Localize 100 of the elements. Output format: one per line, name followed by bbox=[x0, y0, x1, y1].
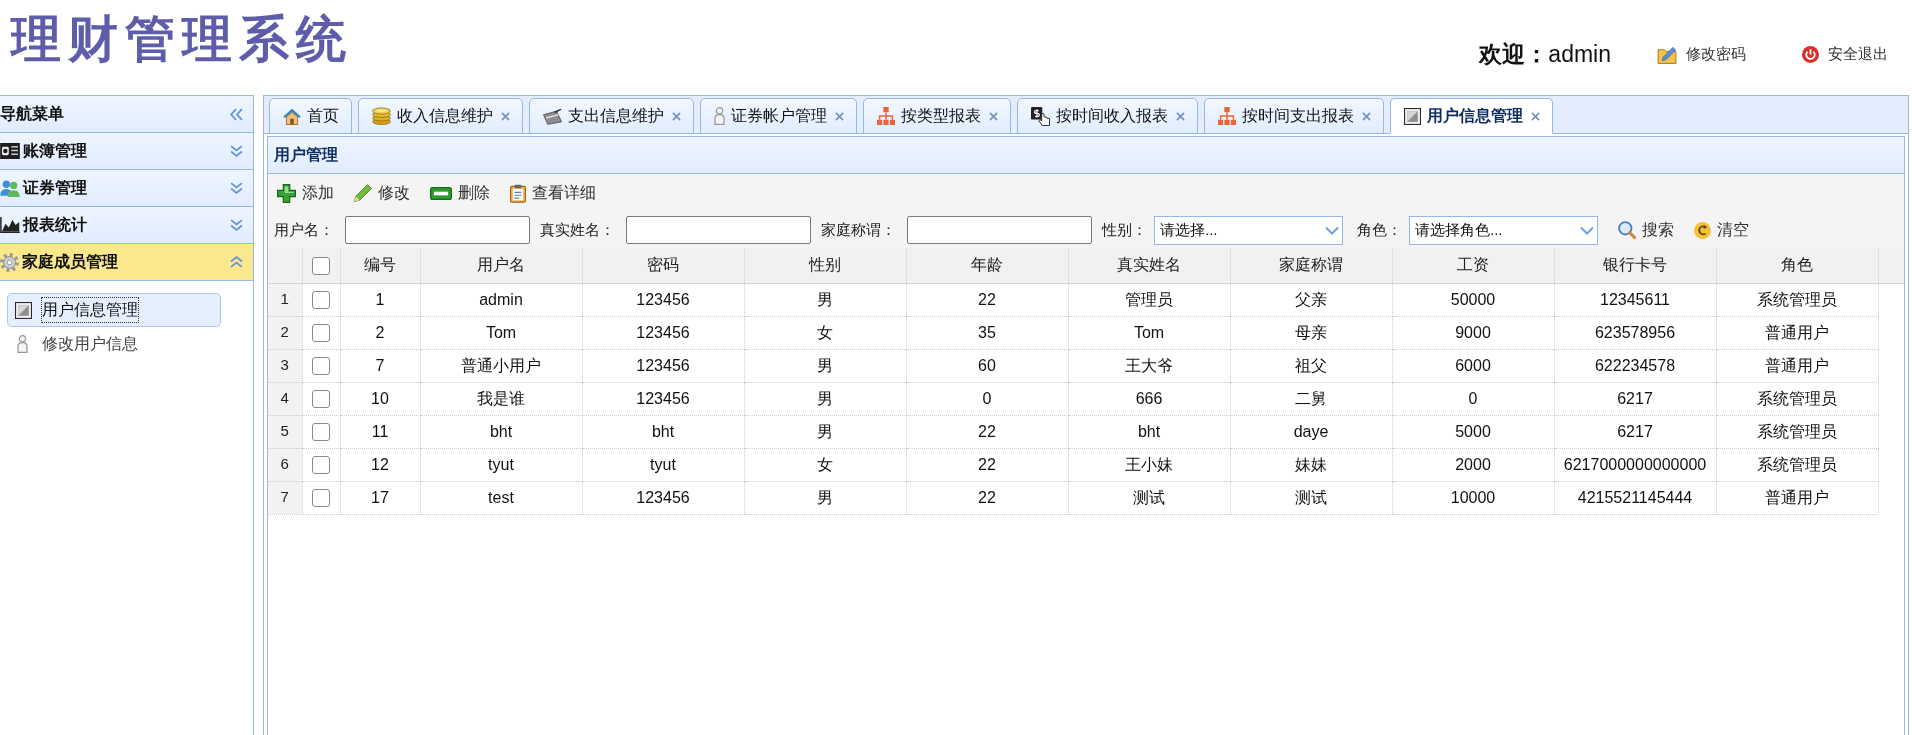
double-chevron-down-icon[interactable] bbox=[230, 182, 243, 194]
input-field[interactable] bbox=[626, 216, 811, 244]
row-number: 4 bbox=[268, 382, 302, 415]
table-cell: bht bbox=[1068, 415, 1230, 448]
dropdown[interactable]: 请选择角色... bbox=[1409, 215, 1598, 245]
column-header[interactable]: 密码 bbox=[582, 248, 744, 283]
column-header[interactable]: 性别 bbox=[744, 248, 906, 283]
gear-icon bbox=[0, 252, 19, 272]
table-cell: 6217000000000000 bbox=[1554, 448, 1716, 481]
table-cell: 2000 bbox=[1392, 448, 1554, 481]
add-button[interactable]: 添加 bbox=[276, 179, 335, 207]
table-cell: 男 bbox=[744, 382, 906, 415]
table-cell: 0 bbox=[1392, 382, 1554, 415]
collapse-icon[interactable] bbox=[230, 107, 243, 121]
table-cell: Tom bbox=[1068, 316, 1230, 349]
clear-button[interactable]: 清空 bbox=[1694, 216, 1749, 244]
close-icon[interactable] bbox=[1362, 111, 1371, 121]
table-cell: 祖父 bbox=[1230, 349, 1392, 382]
row-number: 6 bbox=[268, 448, 302, 481]
frame-icon bbox=[1404, 107, 1421, 125]
column-header[interactable]: 年龄 bbox=[906, 248, 1068, 283]
close-icon[interactable] bbox=[1531, 111, 1540, 121]
input-field[interactable] bbox=[345, 216, 530, 244]
table-cell: 6217 bbox=[1554, 415, 1716, 448]
card-icon bbox=[543, 107, 562, 125]
table-cell: 22 bbox=[906, 448, 1068, 481]
search-button[interactable]: 搜索 bbox=[1618, 216, 1674, 244]
table-cell: bht bbox=[582, 415, 744, 448]
close-icon[interactable] bbox=[1176, 111, 1185, 121]
close-icon[interactable] bbox=[501, 111, 510, 121]
double-chevron-down-icon[interactable] bbox=[230, 145, 243, 157]
table-cell: 9000 bbox=[1392, 316, 1554, 349]
accordion-header[interactable]: 家庭成员管理 bbox=[0, 244, 253, 281]
accordion-header[interactable]: 报表统计 bbox=[0, 207, 253, 244]
column-header[interactable]: 用户名 bbox=[420, 248, 582, 283]
plus-icon bbox=[277, 183, 296, 203]
delete-button[interactable]: 删除 bbox=[429, 179, 491, 207]
table-cell: 我是谁 bbox=[420, 382, 582, 415]
search-icon bbox=[1618, 221, 1636, 239]
table-cell: 35 bbox=[906, 316, 1068, 349]
close-icon[interactable] bbox=[989, 111, 998, 121]
table-cell: 666 bbox=[1068, 382, 1230, 415]
table-cell: 系统管理员 bbox=[1716, 415, 1878, 448]
details-button[interactable]: 查看详细 bbox=[509, 179, 597, 207]
tab[interactable]: 按时间支出报表 bbox=[1204, 98, 1384, 134]
table-cell: tyut bbox=[582, 448, 744, 481]
table-cell: 2 bbox=[340, 316, 420, 349]
minus-icon bbox=[430, 186, 452, 200]
column-header[interactable]: 家庭称谓 bbox=[1230, 248, 1392, 283]
checkbox[interactable] bbox=[312, 257, 330, 275]
table-cell: 12345611 bbox=[1554, 283, 1716, 316]
table-cell: 5000 bbox=[1392, 415, 1554, 448]
table-cell: 0 bbox=[906, 382, 1068, 415]
accordion-header[interactable]: 账簿管理 bbox=[0, 133, 253, 170]
double-chevron-up-icon[interactable] bbox=[230, 256, 243, 268]
tab[interactable]: 按类型报表 bbox=[863, 98, 1011, 134]
tab[interactable]: 用户信息管理 bbox=[1390, 98, 1553, 134]
table-cell: daye bbox=[1230, 415, 1392, 448]
input-field[interactable] bbox=[907, 216, 1092, 244]
table-cell: tyut bbox=[420, 448, 582, 481]
tab[interactable]: 收入信息维护 bbox=[358, 98, 523, 134]
menu-item[interactable]: 用户信息管理 bbox=[7, 293, 221, 327]
checkbox[interactable] bbox=[312, 357, 330, 376]
menu-item[interactable]: 修改用户信息 bbox=[7, 327, 221, 361]
tab[interactable]: 支出信息维护 bbox=[529, 98, 694, 134]
table-cell: 123456 bbox=[582, 316, 744, 349]
column-header[interactable]: 银行卡号 bbox=[1554, 248, 1716, 283]
table-cell: 22 bbox=[906, 481, 1068, 514]
header-link[interactable]: 修改密码 bbox=[1657, 42, 1746, 66]
checkbox[interactable] bbox=[312, 390, 330, 409]
table-cell: 123456 bbox=[582, 349, 744, 382]
tab[interactable]: 证券帐户管理 bbox=[700, 98, 857, 134]
checkbox[interactable] bbox=[312, 291, 330, 310]
tab[interactable]: 首页 bbox=[269, 98, 352, 134]
filter-label: 真实姓名： bbox=[540, 219, 615, 240]
table-cell: 623578956 bbox=[1554, 316, 1716, 349]
accordion-header[interactable]: 证券管理 bbox=[0, 170, 253, 207]
table-cell: 4215521145444 bbox=[1554, 481, 1716, 514]
checkbox[interactable] bbox=[312, 456, 330, 475]
table-cell: 妹妹 bbox=[1230, 448, 1392, 481]
clipboard-icon bbox=[510, 183, 526, 203]
filter-label: 性别： bbox=[1102, 219, 1147, 240]
tab[interactable]: 按时间收入报表 bbox=[1017, 98, 1198, 134]
double-chevron-down-icon[interactable] bbox=[230, 219, 243, 231]
table-cell: 6217 bbox=[1554, 382, 1716, 415]
column-header[interactable]: 编号 bbox=[340, 248, 420, 283]
chevron-down-icon bbox=[1325, 225, 1339, 235]
header-link[interactable]: 安全退出 bbox=[1802, 42, 1888, 66]
checkbox[interactable] bbox=[312, 324, 330, 343]
table-cell: 女 bbox=[744, 448, 906, 481]
sidebar-title: 导航菜单 bbox=[0, 104, 64, 124]
close-icon[interactable] bbox=[835, 111, 844, 121]
column-header[interactable]: 工资 bbox=[1392, 248, 1554, 283]
column-header[interactable]: 真实姓名 bbox=[1068, 248, 1230, 283]
table-cell: 7 bbox=[340, 349, 420, 382]
dropdown[interactable]: 请选择... bbox=[1154, 215, 1343, 245]
checkbox[interactable] bbox=[312, 423, 330, 442]
edit-button[interactable]: 修改 bbox=[353, 179, 411, 207]
close-icon[interactable] bbox=[672, 111, 681, 121]
checkbox[interactable] bbox=[312, 489, 330, 508]
